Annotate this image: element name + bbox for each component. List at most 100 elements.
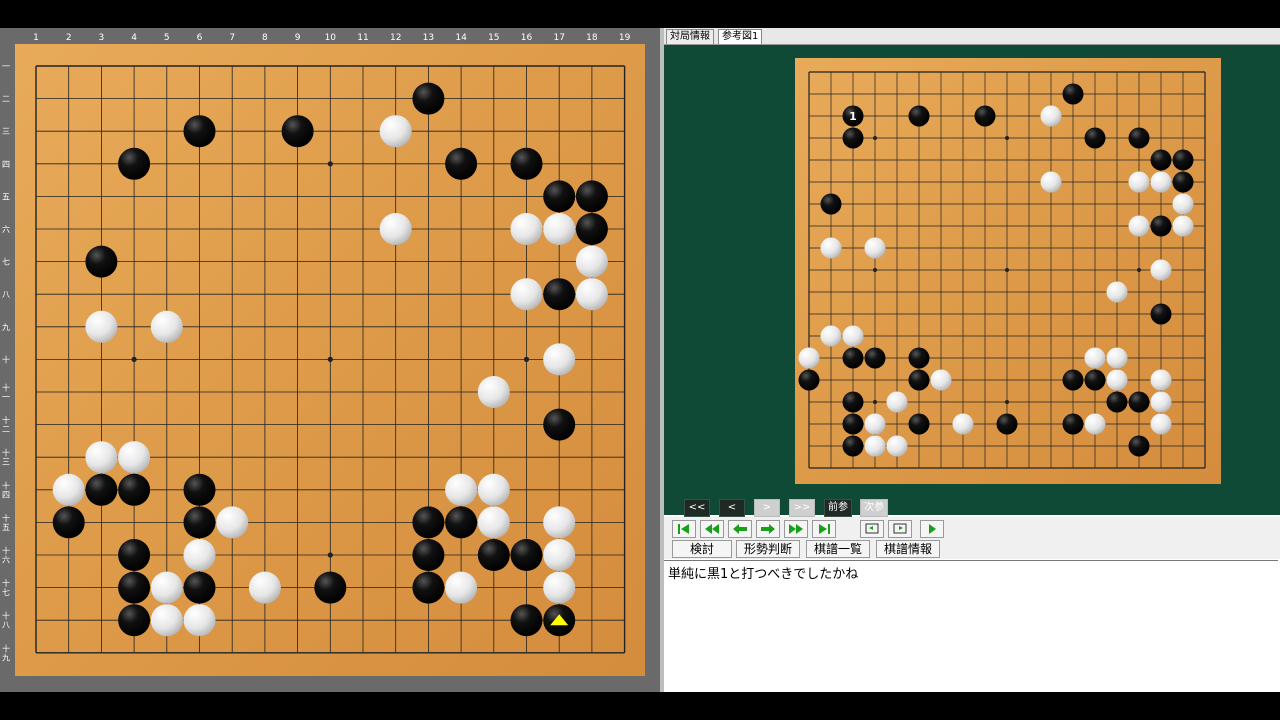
black-stone [183,473,216,506]
white-stone [930,369,952,391]
white-stone [1172,193,1194,215]
white-stone [52,473,85,506]
black-stone [908,105,930,127]
black-stone [118,571,151,604]
white-stone [85,441,118,474]
white-stone [842,325,864,347]
col-label: 16 [521,33,533,43]
white-stone [1106,281,1128,303]
black-stone [118,473,151,506]
row-label: 五 [2,192,10,201]
star-point [1137,268,1141,272]
first-move-button[interactable] [672,520,696,538]
prev-reference-button[interactable]: 前参 [824,499,852,517]
white-stone [886,391,908,413]
black-stone [1128,127,1150,149]
white-stone [510,278,543,311]
review-button[interactable]: 検討 [672,540,732,558]
tab-reference-1[interactable]: 参考図1 [718,29,763,44]
col-label: 8 [262,33,268,43]
ref-last-button[interactable]: >> [789,499,815,517]
arrow-left-icon [733,524,747,534]
black-stone [1062,369,1084,391]
white-stone [1040,171,1062,193]
row-label: 十一 [2,383,10,402]
white-stone [379,115,412,148]
fast-forward-icon [789,524,803,534]
black-stone [543,278,576,311]
black-stone [510,539,543,571]
white-stone [543,506,576,539]
back-10-button[interactable] [700,520,724,538]
comment-text-area[interactable]: 単純に黒1と打つべきでしたかね [664,560,1278,691]
white-stone [543,213,576,245]
reference-go-board[interactable]: 1 [795,58,1221,484]
white-stone [477,376,510,408]
black-stone [1150,303,1172,325]
star-point [873,400,877,404]
row-label: 八 [2,290,10,299]
comment-prev-button[interactable] [860,520,884,538]
black-stone [842,435,864,457]
white-stone [1106,347,1128,369]
white-stone [150,571,183,604]
white-stone [1040,105,1062,127]
black-stone [575,180,608,213]
black-stone [183,506,216,539]
play-icon [929,524,936,534]
col-label: 17 [553,33,564,43]
black-stone [118,539,151,571]
ref-first-button[interactable]: << [684,499,710,517]
white-stone [1150,259,1172,281]
next-reference-button[interactable]: 次参 [860,499,888,517]
reference-nav-row: << < > >> 前参 次参 [664,498,1280,518]
white-stone [1150,391,1172,413]
black-stone [412,571,445,604]
row-label: 四 [2,160,10,169]
white-stone [952,413,974,435]
row-label: 二 [2,95,10,104]
last-move-button[interactable] [812,520,836,538]
black-stone [85,245,118,278]
forward-10-button[interactable] [784,520,808,538]
black-stone [1106,391,1128,413]
white-stone [575,278,608,311]
white-stone [183,604,216,637]
black-stone [1150,215,1172,237]
white-stone [886,435,908,457]
kifu-info-button[interactable]: 棋譜情報 [876,540,940,558]
black-stone [842,391,864,413]
row-label: 十五 [2,513,10,532]
ref-next-button[interactable]: > [754,499,780,517]
black-stone [1062,413,1084,435]
white-stone [379,213,412,245]
col-label: 1 [33,33,39,43]
position-judgment-button[interactable]: 形勢判断 [736,540,800,558]
black-stone [908,369,930,391]
black-stone [1128,435,1150,457]
kifu-list-button[interactable]: 棋譜一覧 [806,540,870,558]
main-go-board[interactable]: 1 2 3 4 5 6 7 8 9 10 11 12 13 14 15 16 17 18 19一二三四五六七八九十十… [0,28,660,692]
black-stone [842,413,864,435]
comment-next-button[interactable] [888,520,912,538]
black-stone [118,147,151,180]
star-point [1005,136,1009,140]
ref-prev-button[interactable]: < [719,499,745,517]
black-stone [281,115,314,148]
white-stone [864,413,886,435]
white-stone [1150,369,1172,391]
white-stone [85,310,118,343]
star-point [327,161,333,167]
black-stone [798,369,820,391]
play-button[interactable] [920,520,944,538]
white-stone [543,343,576,376]
white-stone [248,571,281,604]
skip-end-icon [819,524,830,534]
tab-game-info[interactable]: 対局情報 [666,29,714,44]
forward-1-button[interactable] [756,520,780,538]
black-stone [412,539,445,571]
black-stone [543,180,576,213]
back-1-button[interactable] [728,520,752,538]
black-stone [996,413,1018,435]
black-stone [820,193,842,215]
